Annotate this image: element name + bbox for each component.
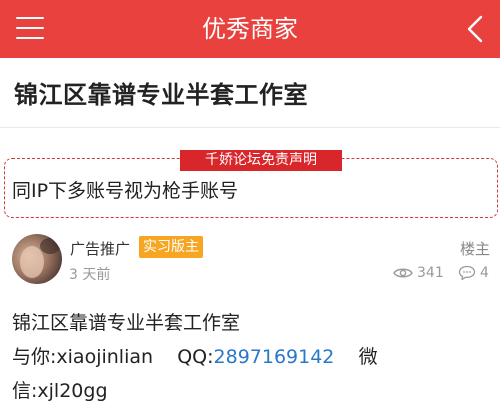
post-text: 与你:xiaojinlian QQ: [12, 346, 214, 368]
floor-label: 楼主 [459, 240, 490, 258]
back-chevron-icon [467, 15, 483, 43]
author-name[interactable]: 广告推广 [70, 238, 130, 259]
avatar-image [12, 234, 62, 284]
thread-title: 锦江区靠谱专业半套工作室 [14, 81, 308, 109]
views-count: 341 [393, 263, 444, 283]
qq-link[interactable]: 2897169142 [214, 346, 335, 368]
replies-count[interactable]: 4 [458, 263, 489, 283]
post-time: 3 天前 [69, 267, 111, 283]
divider [0, 127, 500, 128]
post-line: 与你:xiaojinlian QQ:2897169142 微 [12, 340, 492, 374]
views-value: 341 [417, 265, 444, 281]
eye-icon [393, 268, 413, 278]
back-button[interactable] [462, 14, 488, 44]
disclaimer-tag: 千娇论坛免责声明 [180, 150, 342, 171]
post-text: 微 [334, 346, 378, 368]
replies-value: 4 [480, 265, 489, 281]
page-title: 优秀商家 [202, 15, 298, 43]
post-line: 信:xjl20gg [12, 380, 108, 402]
disclaimer-text: 同IP下多账号视为枪手账号 [12, 180, 239, 202]
role-badge: 实习版主 [139, 236, 203, 258]
chat-bubble-icon [458, 265, 476, 281]
post-body: 锦江区靠谱专业半套工作室 与你:xiaojinlian QQ:289716914… [12, 306, 492, 408]
post-line: 锦江区靠谱专业半套工作室 [12, 312, 241, 334]
avatar[interactable] [12, 234, 62, 284]
top-bar: 优秀商家 [0, 0, 500, 58]
